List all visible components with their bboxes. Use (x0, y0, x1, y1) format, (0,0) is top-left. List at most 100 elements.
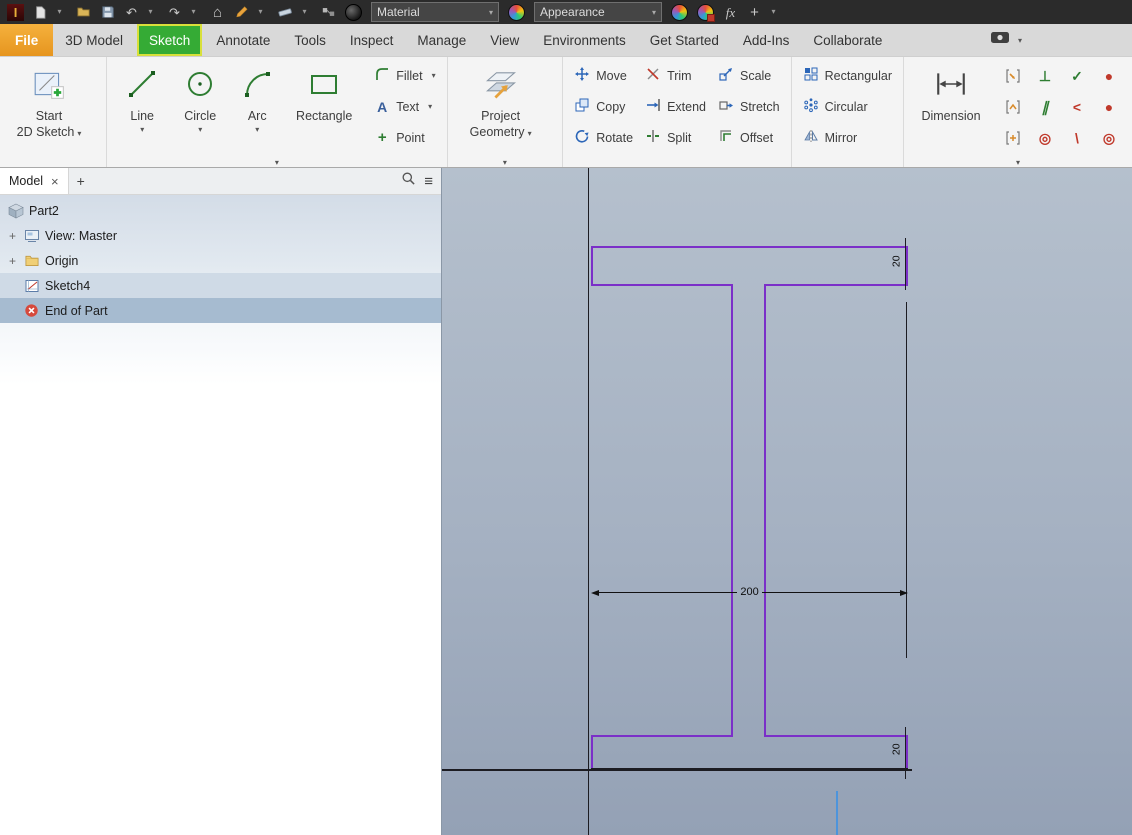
tab-get-started[interactable]: Get Started (638, 24, 731, 56)
tab-3d-model[interactable]: 3D Model (53, 24, 135, 56)
copy-button[interactable]: Copy (570, 91, 637, 122)
start-2d-sketch-button[interactable]: Start 2D Sketch ▾ (7, 60, 91, 141)
home-icon[interactable]: ⌂ (210, 3, 225, 21)
redo-icon[interactable]: ↷ (167, 3, 182, 21)
offset-button[interactable]: Offset (714, 122, 784, 153)
inventor-logo[interactable]: I (7, 3, 24, 21)
rotate-button[interactable]: Rotate (570, 122, 637, 153)
tab-sketch[interactable]: Sketch (137, 24, 203, 56)
rectangular-pattern-button[interactable]: Rectangular (799, 60, 896, 91)
return-caret[interactable]: ▾ (253, 3, 268, 21)
tab-view[interactable]: View (478, 24, 531, 56)
constrain-panel-caret[interactable]: ▾ (1016, 158, 1020, 167)
create-panel-caret[interactable]: ▾ (275, 158, 279, 167)
new-document-caret[interactable]: ▾ (52, 3, 67, 21)
trim-button[interactable]: Trim (641, 60, 710, 91)
text-button[interactable]: A Text ▾ (370, 91, 439, 122)
add-qat-icon[interactable]: + (747, 3, 762, 21)
text-caret[interactable]: ▾ (428, 102, 432, 111)
line-button[interactable]: Line ▾ (114, 60, 170, 134)
tab-file[interactable]: File (0, 24, 54, 56)
tree-item-sketch4[interactable]: Sketch4 (0, 273, 441, 298)
project-panel-caret[interactable]: ▾ (503, 158, 507, 167)
circle-button[interactable]: Circle ▾ (170, 60, 230, 134)
parameters-fx-icon[interactable]: fx (723, 3, 738, 21)
symmetric-constraint-icon[interactable]: < (1061, 91, 1093, 122)
material-select[interactable]: Material ▾ (371, 2, 499, 22)
auto-dimension-icon[interactable] (997, 60, 1029, 91)
dimension-20-top-line[interactable] (905, 238, 906, 290)
arc-button[interactable]: Arc ▾ (230, 60, 284, 134)
tab-environments[interactable]: Environments (531, 24, 638, 56)
circular-pattern-button[interactable]: Circular (799, 91, 896, 122)
browser-search-icon[interactable] (401, 171, 416, 191)
dimension-extension-line[interactable] (906, 302, 907, 658)
screen-share-caret[interactable]: ▾ (1018, 36, 1022, 45)
coincident-constraint-icon[interactable]: ✓ (1061, 60, 1093, 91)
sketch-web-left-edge[interactable] (731, 284, 733, 737)
perpendicular-constraint-icon[interactable]: ⊥ (1029, 60, 1061, 91)
concentric-constraint-icon[interactable]: ◎ (1029, 122, 1061, 153)
mirror-button[interactable]: Mirror (799, 122, 896, 153)
rectangle-button[interactable]: Rectangle (284, 60, 364, 124)
extend-button[interactable]: Extend (641, 91, 710, 122)
vertical-constraint-icon[interactable]: ● (1093, 91, 1125, 122)
sketch-bottom-flange-right-edge[interactable] (906, 735, 908, 771)
point-button[interactable]: + Point (370, 122, 439, 153)
line-caret[interactable]: ▾ (140, 126, 144, 134)
tangent-constraint-icon[interactable]: \ (1061, 122, 1093, 153)
tab-manage[interactable]: Manage (405, 24, 478, 56)
equal-constraint-icon[interactable]: ◎ (1093, 122, 1125, 153)
appearance-select[interactable]: Appearance ▾ (534, 2, 662, 22)
sketch-web-right-edge[interactable] (764, 284, 766, 737)
tab-annotate[interactable]: Annotate (204, 24, 282, 56)
move-button[interactable]: Move (570, 60, 637, 91)
tab-tools[interactable]: Tools (282, 24, 338, 56)
dimension-200-text[interactable]: 200 (737, 587, 761, 598)
y-axis-line[interactable] (588, 168, 589, 835)
circle-caret[interactable]: ▾ (198, 126, 202, 134)
qat-overflow-caret[interactable]: ▾ (766, 3, 781, 21)
sketch-top-flange-bottom-right[interactable] (764, 284, 908, 286)
measure-caret[interactable]: ▾ (297, 3, 312, 21)
tree-item-end-of-part[interactable]: End of Part (0, 298, 441, 323)
browser-tab-close-icon[interactable]: × (51, 174, 59, 189)
view-master-expander-icon[interactable]: + (7, 229, 18, 243)
scale-button[interactable]: Scale (714, 60, 784, 91)
screen-share-icon[interactable] (989, 29, 1011, 51)
open-folder-icon[interactable] (76, 3, 91, 21)
browser-add-tab-icon[interactable]: + (69, 173, 93, 189)
split-button[interactable]: Split (641, 122, 710, 153)
browser-tab-model[interactable]: Model × (0, 168, 69, 194)
tree-item-part[interactable]: Part2 (0, 198, 441, 223)
show-constraints-icon[interactable] (997, 91, 1029, 122)
fillet-button[interactable]: Fillet ▾ (370, 60, 439, 91)
appearance-lock-ball-icon[interactable] (697, 3, 715, 22)
save-icon[interactable] (100, 3, 115, 21)
tree-item-origin[interactable]: + Origin (0, 248, 441, 273)
tree-item-view-master[interactable]: + View: Master (0, 223, 441, 248)
dimension-20-bottom-text[interactable]: 20 (891, 743, 903, 755)
tab-collaborate[interactable]: Collaborate (801, 24, 894, 56)
horizontal-constraint-icon[interactable]: ● (1093, 60, 1125, 91)
arc-caret[interactable]: ▾ (255, 126, 259, 134)
tab-add-ins[interactable]: Add-Ins (731, 24, 802, 56)
sketch-top-flange-top-edge[interactable] (591, 246, 908, 248)
sketch-bottom-flange-top-left[interactable] (591, 735, 733, 737)
undo-icon[interactable]: ↶ (124, 3, 139, 21)
new-document-icon[interactable] (33, 3, 48, 21)
undo-caret[interactable]: ▾ (143, 3, 158, 21)
dimension-20-bottom-line[interactable] (905, 727, 906, 779)
parallel-constraint-icon[interactable]: ∥ (1029, 91, 1061, 122)
material-ball-icon[interactable] (508, 3, 525, 21)
measure-icon[interactable] (277, 3, 293, 21)
redo-caret[interactable]: ▾ (186, 3, 201, 21)
dimension-button[interactable]: Dimension (911, 60, 991, 124)
browser-menu-icon[interactable]: ≡ (424, 173, 433, 190)
fillet-caret[interactable]: ▾ (432, 71, 436, 80)
sketch-top-flange-bottom-left[interactable] (591, 284, 733, 286)
origin-expander-icon[interactable]: + (7, 254, 18, 268)
sketch-top-flange-right-edge[interactable] (906, 246, 908, 286)
aux-blue-sketch-line[interactable] (836, 791, 838, 835)
sketch-bottom-flange-left-edge[interactable] (591, 735, 593, 771)
